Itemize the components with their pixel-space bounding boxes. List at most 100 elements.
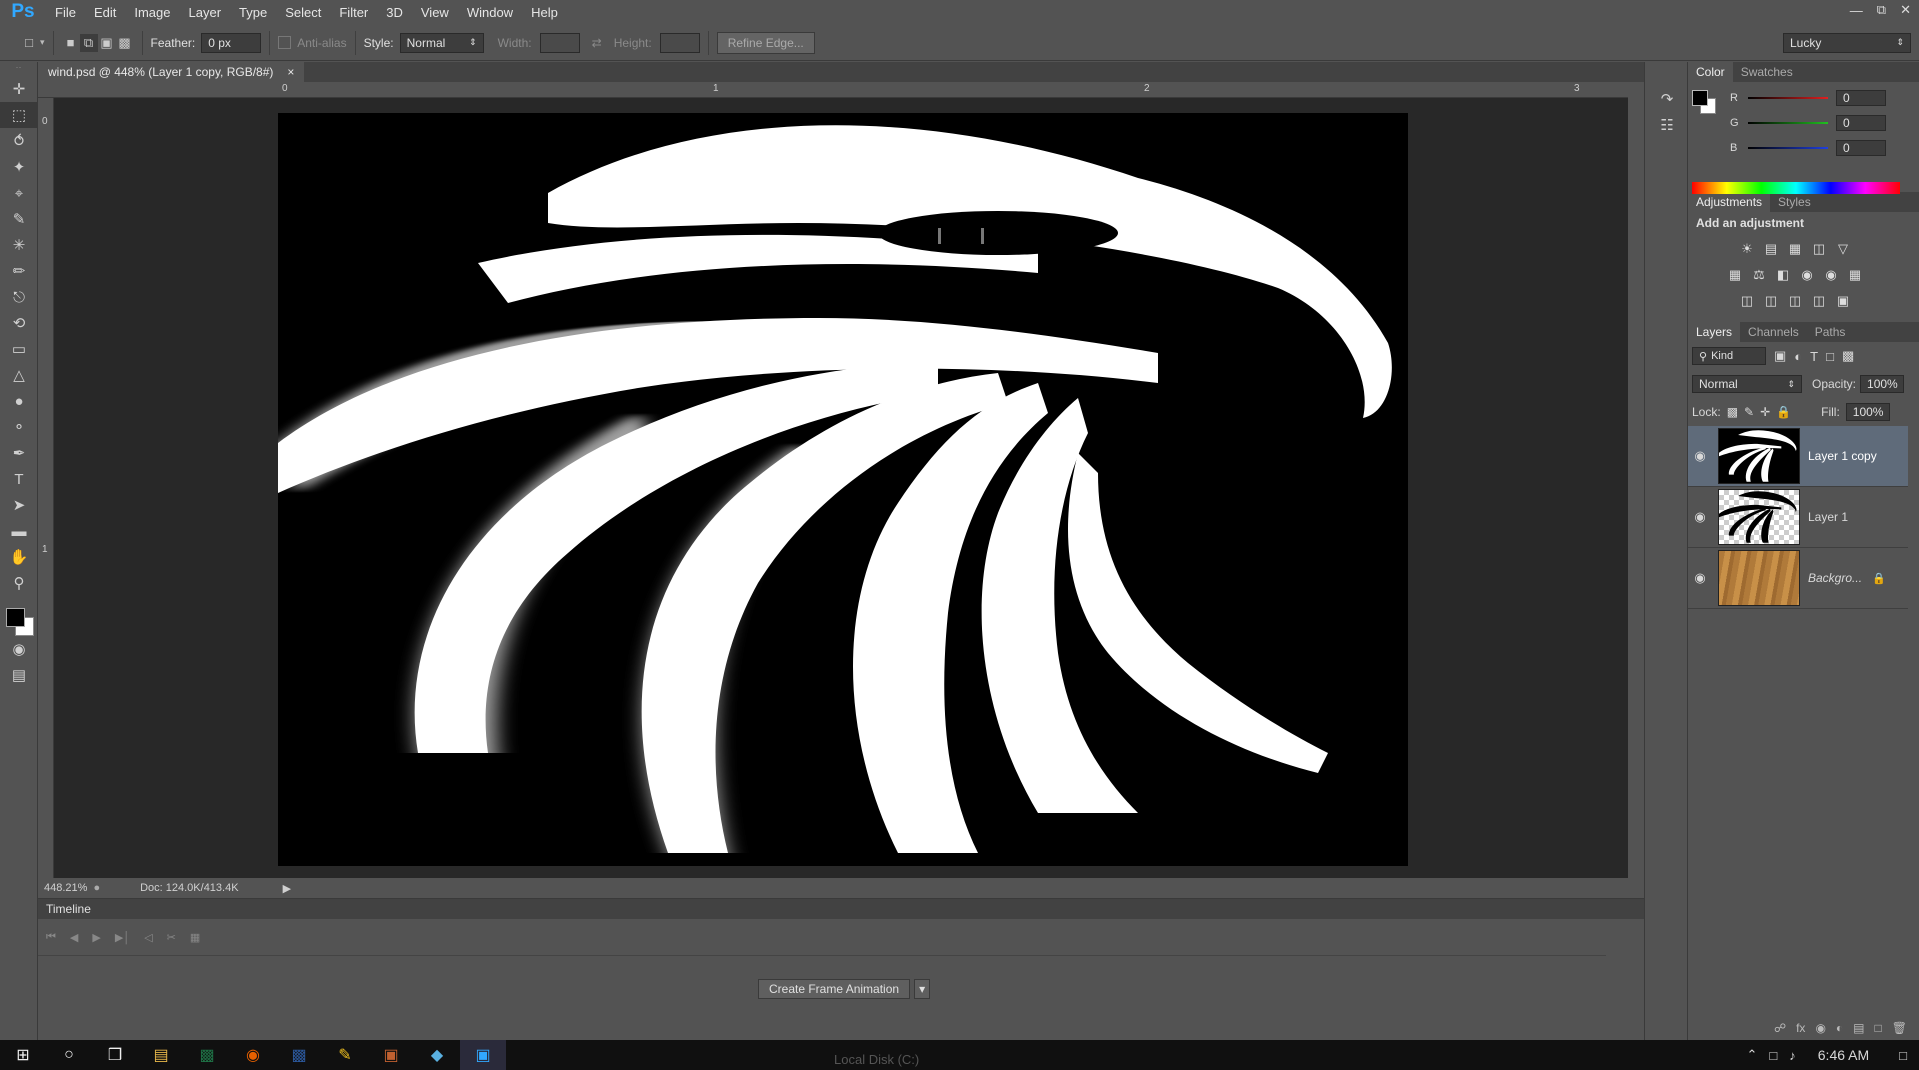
lock-transparent-icon[interactable]: ▩ bbox=[1727, 405, 1738, 419]
layer-name[interactable]: Backgro... bbox=[1808, 571, 1862, 585]
zoom-level[interactable]: 448.21% bbox=[44, 882, 87, 894]
menu-view[interactable]: View bbox=[412, 5, 458, 20]
vibrance-icon[interactable]: ▽ bbox=[1832, 238, 1854, 260]
threshold-icon[interactable]: ◫ bbox=[1784, 290, 1806, 312]
restore-icon[interactable]: ⧉ bbox=[1877, 2, 1886, 18]
channel-b-slider[interactable] bbox=[1748, 147, 1828, 149]
foreground-color-swatch[interactable] bbox=[1692, 90, 1708, 106]
layer-row-background[interactable]: ◉ Backgro... 🔒 bbox=[1688, 548, 1908, 609]
add-mask-icon[interactable]: ◉ bbox=[1815, 1021, 1825, 1035]
task-view-icon[interactable]: ❒ bbox=[92, 1040, 138, 1070]
next-frame-icon[interactable]: ▶│ bbox=[115, 931, 130, 944]
move-tool-icon[interactable]: ✛ bbox=[0, 76, 38, 102]
app-icon[interactable]: ◆ bbox=[414, 1040, 460, 1070]
filter-shape-icon[interactable]: □ bbox=[1826, 349, 1834, 364]
menu-type[interactable]: Type bbox=[230, 5, 276, 20]
history-brush-tool-icon[interactable]: ⟲ bbox=[0, 310, 38, 336]
new-layer-icon[interactable]: □ bbox=[1875, 1021, 1882, 1035]
menu-filter[interactable]: Filter bbox=[330, 5, 377, 20]
network-icon[interactable]: □ bbox=[1769, 1048, 1777, 1063]
layer-row-layer-1-copy[interactable]: ◉ Layer 1 copy bbox=[1688, 426, 1908, 487]
layer-row-layer-1[interactable]: ◉ Layer 1 bbox=[1688, 487, 1908, 548]
shape-tool-icon[interactable]: ▬ bbox=[0, 518, 38, 544]
menu-window[interactable]: Window bbox=[458, 5, 522, 20]
tab-channels[interactable]: Channels bbox=[1740, 322, 1807, 342]
menu-select[interactable]: Select bbox=[276, 5, 330, 20]
visibility-eye-icon[interactable]: ◉ bbox=[1688, 509, 1712, 525]
document-tab[interactable]: wind.psd @ 448% (Layer 1 copy, RGB/8#) × bbox=[38, 62, 305, 82]
new-adjustment-icon[interactable]: ◐ bbox=[1836, 1021, 1843, 1035]
tab-styles[interactable]: Styles bbox=[1770, 192, 1819, 212]
lock-all-icon[interactable]: 🔒 bbox=[1776, 405, 1791, 419]
tab-layers[interactable]: Layers bbox=[1688, 322, 1741, 342]
color-spectrum-bar[interactable] bbox=[1692, 182, 1900, 194]
tab-adjustments[interactable]: Adjustments bbox=[1688, 192, 1771, 212]
workspace-select[interactable]: Lucky ⇕ bbox=[1783, 32, 1911, 53]
menu-layer[interactable]: Layer bbox=[180, 5, 231, 20]
selective-color-icon[interactable]: ▣ bbox=[1832, 290, 1854, 312]
eraser-tool-icon[interactable]: ▭ bbox=[0, 336, 38, 362]
menu-edit[interactable]: Edit bbox=[85, 5, 125, 20]
file-explorer-icon[interactable]: ▤ bbox=[138, 1040, 184, 1070]
exposure-icon[interactable]: ◫ bbox=[1808, 238, 1830, 260]
tab-color[interactable]: Color bbox=[1688, 62, 1733, 82]
width-input[interactable] bbox=[539, 32, 580, 53]
filter-pixel-icon[interactable]: ▣ bbox=[1774, 348, 1786, 364]
photo-filter-icon[interactable]: ◉ bbox=[1796, 264, 1818, 286]
chevron-up-icon[interactable]: ⌃ bbox=[1747, 1047, 1758, 1063]
menu-file[interactable]: File bbox=[46, 5, 85, 20]
style-select[interactable]: Normal ⇕ bbox=[399, 32, 484, 53]
visibility-eye-icon[interactable]: ◉ bbox=[1688, 570, 1712, 586]
screen-mode-icon[interactable]: ▤ bbox=[0, 662, 38, 688]
properties-icon[interactable]: ☷ bbox=[1645, 112, 1689, 138]
dodge-tool-icon[interactable]: ⚬ bbox=[0, 414, 38, 440]
word-icon[interactable]: ▩ bbox=[276, 1040, 322, 1070]
status-info-icon[interactable]: ● bbox=[93, 882, 100, 894]
channel-r-input[interactable]: 0 bbox=[1836, 90, 1886, 106]
swap-icon[interactable]: ⇄ bbox=[592, 36, 602, 50]
opacity-input[interactable]: 100% bbox=[1860, 375, 1905, 393]
healing-brush-tool-icon[interactable]: ✳ bbox=[0, 232, 38, 258]
feather-input[interactable]: 0 px bbox=[201, 32, 262, 53]
blend-mode-select[interactable]: Normal ⇕ bbox=[1692, 375, 1802, 393]
app-icon[interactable]: ▣ bbox=[368, 1040, 414, 1070]
photoshop-taskbar-icon[interactable]: ▣ bbox=[460, 1040, 506, 1070]
quick-mask-icon[interactable]: ◉ bbox=[0, 636, 38, 662]
marquee-tool-preset-icon[interactable]: □ bbox=[20, 34, 38, 52]
intersect-selection-icon[interactable]: ▩ bbox=[116, 34, 134, 52]
history-icon[interactable]: ↷ bbox=[1645, 86, 1689, 112]
document-canvas[interactable] bbox=[278, 113, 1408, 866]
channel-r-slider[interactable] bbox=[1748, 97, 1828, 99]
curves-icon[interactable]: ▦ bbox=[1784, 238, 1806, 260]
stamp-tool-icon[interactable]: ⎋ bbox=[0, 284, 38, 310]
menu-help[interactable]: Help bbox=[522, 5, 567, 20]
path-selection-tool-icon[interactable]: ➤ bbox=[0, 492, 38, 518]
cortana-search-icon[interactable]: ○ bbox=[46, 1040, 92, 1070]
new-selection-icon[interactable]: ■ bbox=[62, 34, 80, 52]
notifications-icon[interactable]: □ bbox=[1899, 1048, 1907, 1063]
lock-pixels-icon[interactable]: ✎ bbox=[1744, 405, 1754, 419]
invert-icon[interactable]: ◫ bbox=[1736, 290, 1758, 312]
posterize-icon[interactable]: ◫ bbox=[1760, 290, 1782, 312]
levels-icon[interactable]: ▤ bbox=[1760, 238, 1782, 260]
height-input[interactable] bbox=[659, 32, 700, 53]
crop-tool-icon[interactable]: ⌖ bbox=[0, 180, 38, 206]
channel-g-slider[interactable] bbox=[1748, 122, 1828, 124]
timeline-title[interactable]: Timeline bbox=[46, 902, 91, 916]
link-layers-icon[interactable]: ☍ bbox=[1774, 1021, 1786, 1035]
channel-mixer-icon[interactable]: ◉ bbox=[1820, 264, 1842, 286]
tab-swatches[interactable]: Swatches bbox=[1733, 62, 1801, 82]
zoom-tool-icon[interactable]: ⚲ bbox=[0, 570, 38, 596]
minimize-icon[interactable]: — bbox=[1850, 3, 1863, 18]
color-balance-icon[interactable]: ⚖ bbox=[1748, 264, 1770, 286]
windows-start-icon[interactable]: ⊞ bbox=[0, 1040, 46, 1070]
subtract-selection-icon[interactable]: ▣ bbox=[98, 34, 116, 52]
magic-wand-tool-icon[interactable]: ✦ bbox=[0, 154, 38, 180]
hand-tool-icon[interactable]: ✋ bbox=[0, 544, 38, 570]
refine-edge-button[interactable]: Refine Edge... bbox=[716, 31, 815, 54]
channel-b-input[interactable]: 0 bbox=[1836, 140, 1886, 156]
menu-image[interactable]: Image bbox=[125, 5, 179, 20]
firefox-icon[interactable]: ◉ bbox=[230, 1040, 276, 1070]
filter-adjustment-icon[interactable]: ◐ bbox=[1794, 349, 1802, 364]
close-icon[interactable]: ✕ bbox=[1900, 2, 1911, 18]
